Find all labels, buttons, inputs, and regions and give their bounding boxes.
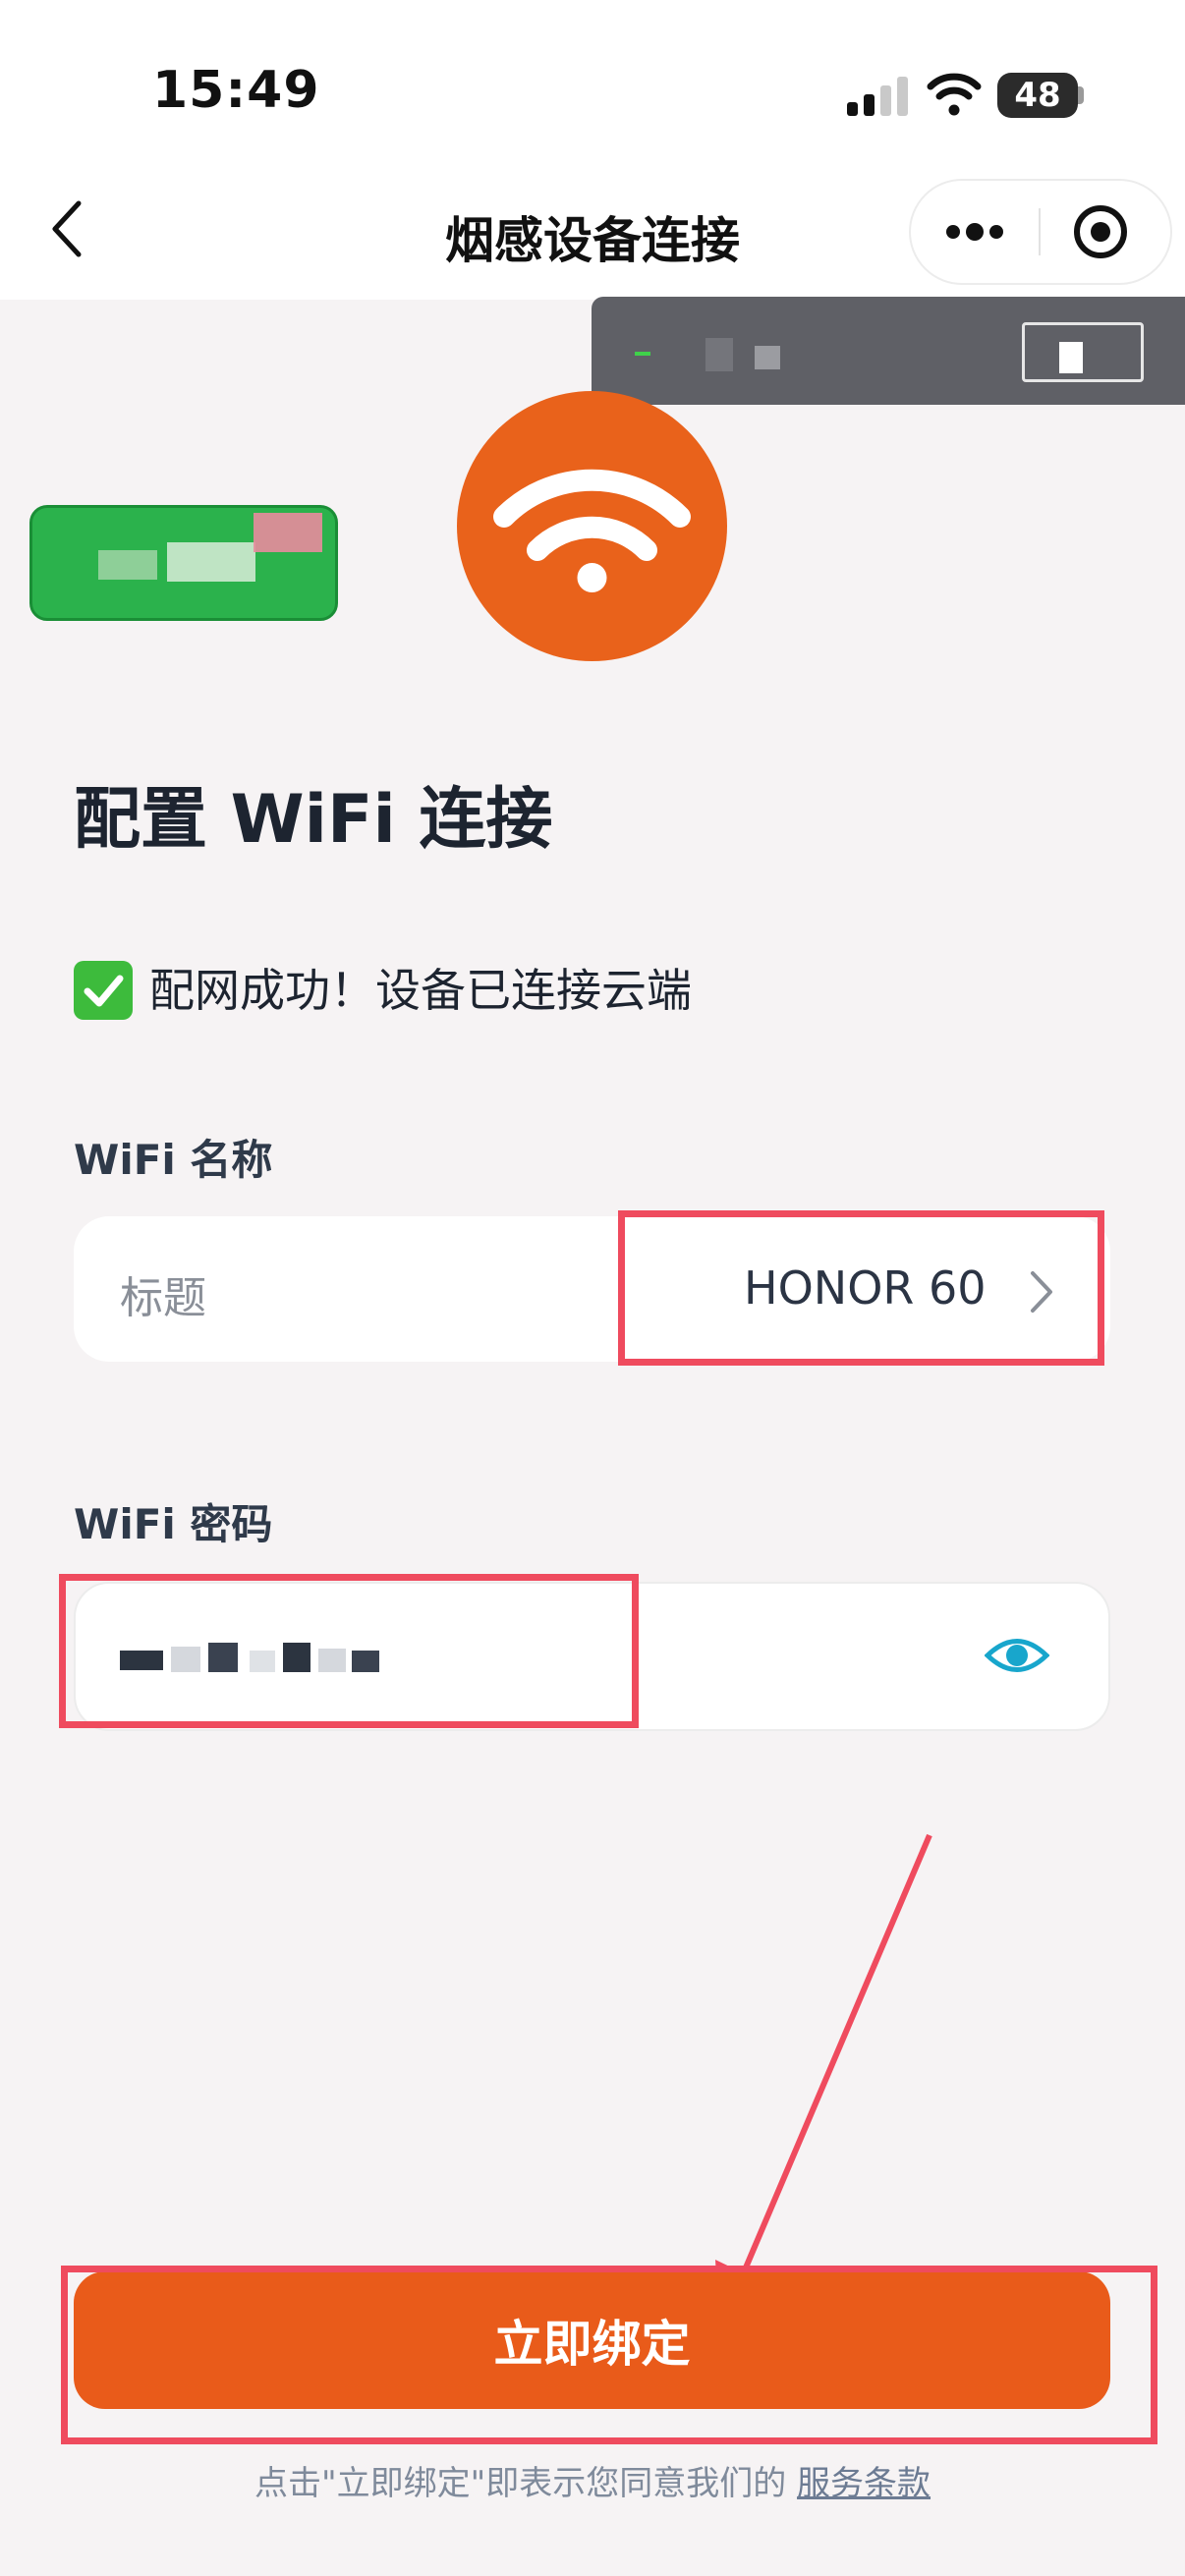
terms-prefix: 点击"立即绑定"即表示您同意我们的 — [254, 2464, 787, 2503]
annotation-box — [61, 2266, 1157, 2444]
terms-notice: 点击"立即绑定"即表示您同意我们的 服务条款 — [0, 2456, 1185, 2504]
annotation-arrow — [715, 1833, 932, 2330]
terms-link[interactable]: 服务条款 — [797, 2464, 931, 2503]
